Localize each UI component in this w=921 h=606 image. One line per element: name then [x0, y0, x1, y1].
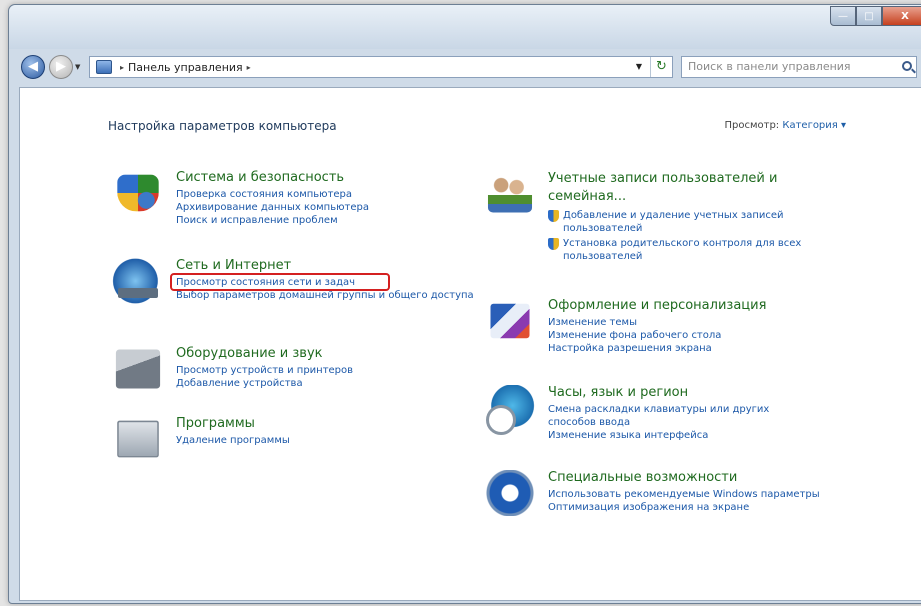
link-desktop-background[interactable]: Изменение фона рабочего стола [548, 329, 858, 342]
link-devices-printers[interactable]: Просмотр устройств и принтеров [176, 364, 486, 377]
link-label: Добавление и удаление учетных записей по… [563, 210, 784, 234]
link-change-theme[interactable]: Изменение темы [548, 316, 858, 329]
uac-shield-icon [548, 238, 559, 250]
search-icon[interactable] [902, 61, 912, 71]
link-display-language[interactable]: Изменение языка интерфейса [548, 429, 858, 442]
category-title[interactable]: Сеть и Интернет [176, 258, 486, 273]
close-button[interactable]: X [882, 6, 921, 26]
search-input[interactable]: Поиск в панели управления [681, 56, 917, 78]
appearance-icon[interactable] [490, 303, 530, 339]
category-title[interactable]: Часы, язык и регион [548, 385, 858, 400]
link-recommended-settings[interactable]: Использовать рекомендуемые Windows парам… [548, 488, 858, 501]
link-optimize-display[interactable]: Оптимизация изображения на экране [548, 501, 858, 514]
link-uninstall[interactable]: Удаление программы [176, 434, 486, 447]
link-backup[interactable]: Архивирование данных компьютера [176, 201, 486, 214]
address-bar[interactable]: ▸ Панель управления ▸ ▼ ↻ [89, 56, 673, 78]
category-title[interactable]: Система и безопасность [176, 170, 486, 185]
back-button[interactable]: ◀ [21, 55, 45, 79]
view-by-label: Просмотр: [724, 120, 780, 131]
recent-pages-dropdown[interactable]: ▼ [75, 63, 80, 71]
category-title[interactable]: Программы [176, 416, 486, 431]
category-title[interactable]: Учетные записи пользователей и семейная.… [548, 170, 818, 206]
network-globe-icon[interactable] [112, 258, 164, 304]
uac-shield-icon [548, 210, 559, 222]
refresh-button[interactable]: ↻ [650, 57, 672, 77]
link-parental-controls[interactable]: Установка родительского контроля для все… [548, 237, 838, 263]
link-add-device[interactable]: Добавление устройства [176, 377, 486, 390]
search-placeholder: Поиск в панели управления [688, 60, 851, 73]
view-by: Просмотр: Категория ▾ [724, 120, 846, 131]
address-dropdown-button[interactable]: ▼ [632, 57, 646, 77]
link-screen-resolution[interactable]: Настройка разрешения экрана [548, 342, 858, 355]
navigation-bar: ◀ ▶ ▼ ▸ Панель управления ▸ ▼ ↻ Поиск в … [9, 55, 921, 79]
breadcrumb-separator[interactable]: ▸ [120, 63, 124, 72]
security-shield-icon[interactable] [117, 174, 159, 212]
control-panel-icon [96, 60, 112, 74]
users-icon[interactable] [487, 173, 533, 213]
maximize-button[interactable]: □ [856, 6, 882, 26]
link-keyboard-layout[interactable]: Смена раскладки клавиатуры или других сп… [548, 403, 808, 429]
clock-globe-icon[interactable] [484, 385, 536, 435]
control-panel-window: — □ X ◀ ▶ ▼ ▸ Панель управления ▸ ▼ ↻ По… [8, 4, 921, 604]
forward-button[interactable]: ▶ [49, 55, 73, 79]
printer-hardware-icon[interactable] [115, 349, 161, 389]
minimize-button[interactable]: — [830, 6, 856, 26]
programs-icon[interactable] [117, 420, 159, 458]
content-pane: Настройка параметров компьютера Просмотр… [19, 87, 921, 601]
link-troubleshoot[interactable]: Поиск и исправление проблем [176, 214, 486, 227]
page-title: Настройка параметров компьютера [108, 119, 337, 133]
caption-buttons: — □ X [830, 6, 921, 26]
category-title[interactable]: Оборудование и звук [176, 346, 486, 361]
title-bar: — □ X [9, 5, 921, 49]
link-check-status[interactable]: Проверка состояния компьютера [176, 188, 486, 201]
breadcrumb-separator[interactable]: ▸ [247, 63, 251, 72]
link-label: Установка родительского контроля для все… [563, 238, 802, 262]
link-network-status[interactable]: Просмотр состояния сети и задач [170, 273, 486, 291]
breadcrumb-control-panel[interactable]: Панель управления [128, 61, 243, 74]
highlight-annotation [170, 273, 390, 291]
view-by-dropdown[interactable]: Категория ▾ [782, 120, 846, 131]
accessibility-icon[interactable] [484, 470, 536, 516]
category-title[interactable]: Специальные возможности [548, 470, 858, 485]
category-title[interactable]: Оформление и персонализация [548, 298, 858, 313]
link-add-remove-accounts[interactable]: Добавление и удаление учетных записей по… [548, 209, 838, 235]
